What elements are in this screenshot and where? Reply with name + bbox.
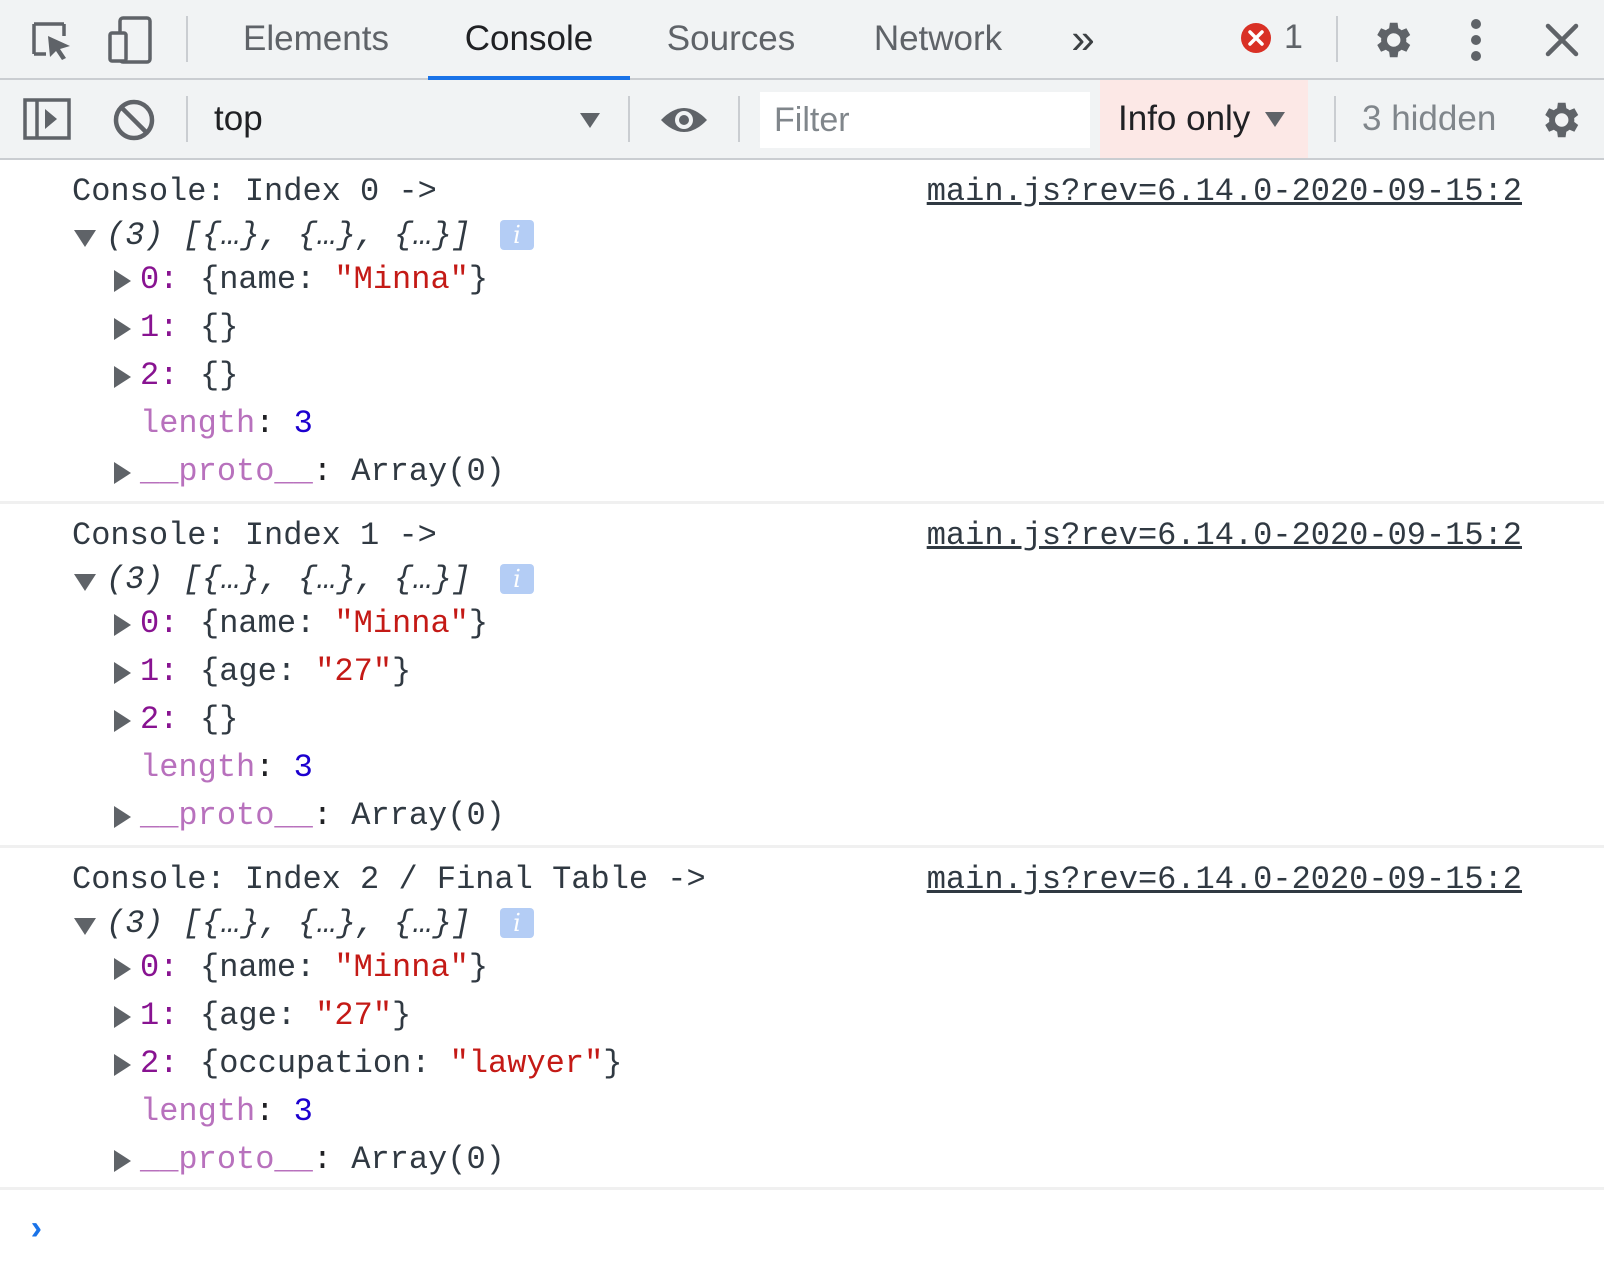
tab-elements[interactable]: Elements [218,0,414,78]
collapse-arrow-icon[interactable] [74,918,96,935]
console-toolbar: top Info only 3 hidden [0,80,1604,160]
array-summary[interactable]: (3) [{…}, {…}, {…}] [106,904,471,944]
kebab-menu-icon[interactable] [1458,16,1494,64]
array-item-key: 0: [140,605,179,642]
expand-arrow-icon[interactable] [114,958,131,980]
array-item-value[interactable]: {name: "Minna"} [200,604,488,644]
tab-sources[interactable]: Sources [648,0,814,78]
array-item-value[interactable]: {} [200,356,238,396]
more-tabs-button[interactable]: » [1058,0,1108,78]
tabbar-separator [186,16,188,62]
console-message: Console: Index 0 -> main.js?rev=6.14.0-2… [0,160,1604,504]
message-text: Console: Index 0 -> [72,173,437,210]
gear-icon[interactable] [1368,16,1416,64]
array-item-key: 1: [140,997,179,1034]
expand-arrow-icon[interactable] [114,1006,131,1028]
array-item-value[interactable]: {name: "Minna"} [200,260,488,300]
message-text: Console: Index 1 -> [72,517,437,554]
tabbar-separator [1336,16,1338,62]
array-item-key: 0: [140,949,179,986]
array-item-value[interactable]: {} [200,700,238,740]
expand-arrow-icon[interactable] [114,1054,131,1076]
array-item-key: 2: [140,357,179,394]
log-levels-label: Info only [1118,99,1251,138]
expand-arrow-icon[interactable] [114,462,131,484]
sidebar-toggle-icon[interactable] [22,96,72,142]
info-icon[interactable]: i [500,220,534,250]
console-message: Console: Index 1 -> main.js?rev=6.14.0-2… [0,504,1604,848]
error-icon[interactable] [1240,22,1272,54]
collapse-arrow-icon[interactable] [74,230,96,247]
console-prompt-icon[interactable]: › [26,1212,46,1250]
error-count[interactable]: 1 [1284,18,1303,57]
info-icon[interactable]: i [500,908,534,938]
array-item-value[interactable]: {} [200,308,238,348]
live-expression-icon[interactable] [658,98,710,142]
proto-property[interactable]: __proto__: Array(0) [140,796,505,836]
console-input[interactable] [60,1200,1560,1250]
proto-property[interactable]: __proto__: Array(0) [140,452,505,492]
collapse-arrow-icon[interactable] [74,574,96,591]
length-property: length: 3 [140,749,313,786]
expand-arrow-icon[interactable] [114,662,131,684]
device-toolbar-icon[interactable] [104,14,156,66]
array-item-value[interactable]: {age: "27"} [200,996,411,1036]
length-property: length: 3 [140,1093,313,1130]
array-summary[interactable]: (3) [{…}, {…}, {…}] [106,216,471,256]
close-icon[interactable] [1540,18,1584,62]
expand-arrow-icon[interactable] [114,806,131,828]
tab-console[interactable]: Console [428,0,630,80]
clear-console-icon[interactable] [110,96,158,144]
expand-arrow-icon[interactable] [114,710,131,732]
devtools-tab-bar: Elements Console Sources Network » 1 [0,0,1604,80]
expand-arrow-icon[interactable] [114,1150,131,1172]
inspect-element-icon[interactable] [22,14,78,66]
source-link[interactable]: main.js?rev=6.14.0-2020-09-15:2 [927,860,1522,900]
toolbar-separator [186,96,188,142]
array-item-value[interactable]: {age: "27"} [200,652,411,692]
expand-arrow-icon[interactable] [114,318,131,340]
proto-property[interactable]: __proto__: Array(0) [140,1140,505,1180]
console-message: Console: Index 2 / Final Table -> main.j… [0,848,1604,1190]
expand-arrow-icon[interactable] [114,270,131,292]
log-levels-dropdown[interactable]: Info only [1100,80,1308,158]
array-item-key: 1: [140,309,179,346]
tab-network[interactable]: Network [854,0,1022,78]
source-link[interactable]: main.js?rev=6.14.0-2020-09-15:2 [927,516,1522,556]
array-item-key: 0: [140,261,179,298]
source-link[interactable]: main.js?rev=6.14.0-2020-09-15:2 [927,172,1522,212]
hidden-messages-count: 3 hidden [1362,99,1497,138]
expand-arrow-icon[interactable] [114,366,131,388]
toolbar-separator [738,96,740,142]
array-item-value[interactable]: {name: "Minna"} [200,948,488,988]
gear-icon[interactable] [1536,96,1584,144]
array-item-key: 2: [140,701,179,738]
array-item-key: 2: [140,1045,179,1082]
expand-arrow-icon[interactable] [114,614,131,636]
chevron-down-icon[interactable] [578,108,602,132]
chevron-down-icon [1264,110,1286,128]
array-item-key: 1: [140,653,179,690]
context-selector[interactable]: top [214,80,263,158]
toolbar-separator [1334,96,1336,142]
filter-input[interactable] [760,92,1090,148]
length-property: length: 3 [140,405,313,442]
array-item-value[interactable]: {occupation: "lawyer"} [200,1044,622,1084]
console-messages: Console: Index 0 -> main.js?rev=6.14.0-2… [0,160,1604,1190]
info-icon[interactable]: i [500,564,534,594]
message-text: Console: Index 2 / Final Table -> [72,861,706,898]
array-summary[interactable]: (3) [{…}, {…}, {…}] [106,560,471,600]
toolbar-separator [628,96,630,142]
